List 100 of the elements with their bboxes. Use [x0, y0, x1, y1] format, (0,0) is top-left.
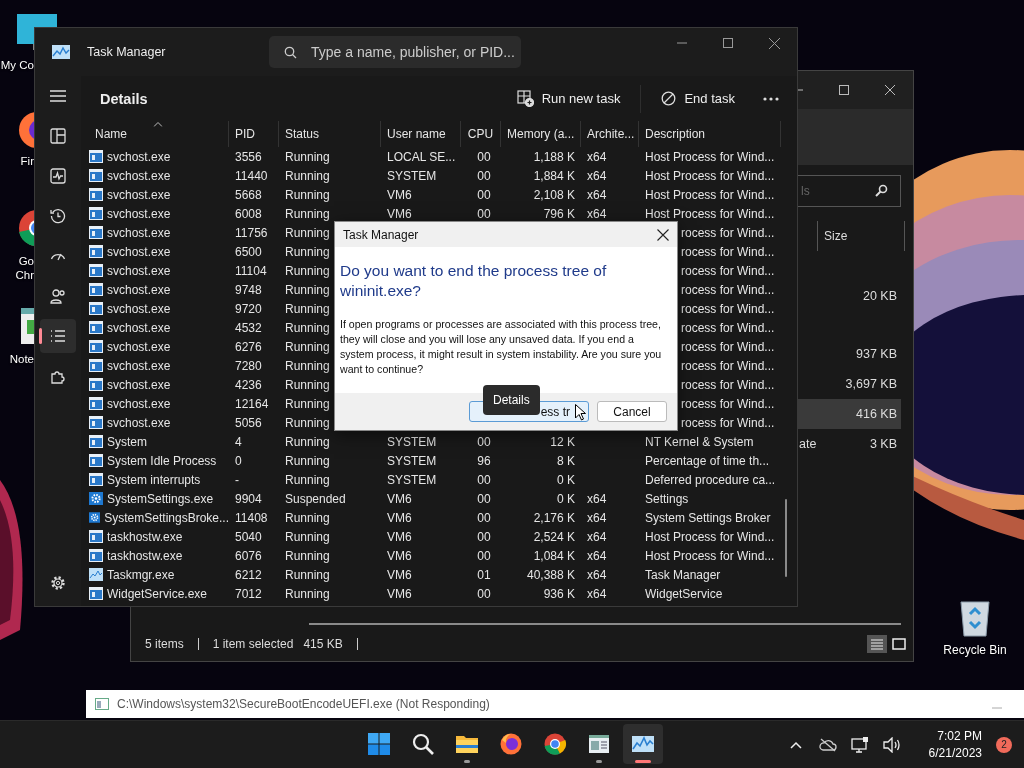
nav-item[interactable]: [40, 319, 76, 353]
description-cell: rocess for Wind...: [681, 225, 775, 240]
description-cell: Settings: [645, 491, 689, 506]
column-header[interactable]: User name: [381, 121, 461, 147]
run-new-task-button[interactable]: Run new task: [508, 84, 629, 113]
memory-cell-text: 1,884 K: [532, 168, 576, 183]
clock[interactable]: 7:02 PM 6/21/2023: [928, 729, 990, 760]
user-cell-text: VM6: [386, 586, 413, 601]
selection-indicator: [39, 328, 42, 344]
window-icon: [89, 321, 103, 334]
user-cell-text: LOCAL SE...: [386, 149, 457, 164]
close-icon[interactable]: [657, 228, 669, 241]
settings-icon[interactable]: [50, 575, 66, 591]
window-icon: [89, 226, 103, 239]
status-cell: Running: [285, 548, 330, 563]
status-cell: Running: [285, 415, 330, 430]
status-cell: Running: [285, 358, 330, 373]
close-icon[interactable]: [885, 85, 895, 95]
process-name: SystemSettingsBroke...: [87, 510, 229, 525]
architecture-cell-text: x64: [586, 206, 608, 221]
pid-cell-text: 6008: [234, 206, 263, 221]
column-header[interactable]: Memory (a...: [501, 121, 581, 147]
memory-cell-text: 936 K: [542, 586, 576, 601]
column-header[interactable]: Size: [817, 221, 905, 251]
maximize-icon[interactable]: [839, 85, 849, 95]
description-cell: rocess for Wind...: [681, 244, 775, 259]
window-icon: [89, 587, 103, 600]
window-icon: [89, 245, 103, 258]
cancel-button[interactable]: Cancel: [597, 401, 667, 422]
cpu-cell-text: 00: [476, 434, 492, 449]
window-icon: [89, 530, 103, 543]
scrollbar-thumb[interactable]: [785, 499, 787, 577]
description-cell: rocess for Wind...: [681, 358, 775, 373]
process-name: svchost.exe: [87, 339, 229, 354]
pid-cell-text: 4236: [234, 377, 263, 392]
graph-icon: [89, 568, 103, 581]
description-cell: Host Process for Wind...: [645, 529, 775, 544]
column-header[interactable]: Status: [279, 121, 381, 147]
memory-cell-text: 12 K: [549, 434, 576, 449]
description-cell: rocess for Wind...: [681, 301, 775, 316]
description-cell: rocess for Wind...: [681, 339, 775, 354]
column-header[interactable]: PID: [229, 121, 279, 147]
column-header[interactable]: Archite...: [581, 121, 639, 147]
gear-icon: [89, 492, 103, 505]
description-cell: Deferred procedure ca...: [645, 472, 776, 487]
window-icon: [89, 359, 103, 372]
history-icon: [50, 208, 66, 224]
end-task-button[interactable]: End task: [653, 85, 743, 112]
pid-cell-text: 3556: [234, 149, 263, 164]
architecture-cell-text: x64: [586, 529, 608, 544]
user-cell-text: VM6: [386, 187, 413, 202]
desktop-icon-label: Fir: [19, 154, 34, 168]
description-cell: Host Process for Wind...: [645, 206, 775, 221]
status-cell: Running: [285, 377, 330, 392]
pid-cell-text: 7280: [234, 358, 263, 373]
list-icon: [50, 328, 66, 344]
pid-cell-text: 0: [234, 453, 243, 468]
search-field[interactable]: Type a name, publisher, or PID...: [269, 36, 521, 68]
architecture-cell-text: x64: [586, 168, 608, 183]
column-header[interactable]: Description: [639, 121, 781, 147]
status-cell: Running: [285, 472, 330, 487]
process-name: svchost.exe: [87, 301, 229, 316]
process-name: svchost.exe: [87, 149, 229, 164]
add-window-icon: [516, 90, 534, 107]
window-icon: [89, 188, 103, 201]
process-name: svchost.exe: [87, 282, 229, 297]
window-icon: [89, 397, 103, 410]
status-cell: Running: [285, 263, 330, 278]
chrome-icon: [543, 732, 567, 756]
status-cell: Suspended: [285, 491, 346, 506]
desktop-icon-label: Recycle Bin: [943, 643, 1007, 657]
pid-cell-text: 5040: [234, 529, 263, 544]
description-cell: Host Process for Wind...: [645, 168, 775, 183]
clock-date: 6/21/2023: [928, 746, 982, 760]
pid-cell-text: 9748: [234, 282, 263, 297]
pid-cell-text: -: [234, 472, 240, 487]
menu-icon[interactable]: [50, 90, 66, 102]
scrollbar[interactable]: [309, 623, 901, 625]
description-cell: WidgetService: [645, 586, 723, 601]
layout-icon: [50, 128, 66, 144]
maximize-icon[interactable]: [723, 38, 733, 48]
user-cell-text: VM6: [386, 548, 413, 563]
window-icon: [89, 340, 103, 353]
window-icon: [89, 416, 103, 429]
pid-cell-text: 12164: [234, 396, 270, 411]
taskbar-app[interactable]: [623, 724, 663, 764]
window-icon: [89, 283, 103, 296]
process-name: System Idle Process: [87, 453, 229, 468]
windows-logo-icon: [367, 732, 391, 756]
search-icon: [874, 184, 888, 198]
close-icon[interactable]: [768, 37, 780, 49]
window-icon: [89, 549, 103, 562]
column-header[interactable]: Name: [87, 121, 229, 147]
page-title: Details: [100, 90, 148, 107]
thumbnail-view-button[interactable]: [889, 635, 909, 653]
description-cell: rocess for Wind...: [681, 415, 775, 430]
status-cell: Running: [285, 510, 330, 525]
column-header[interactable]: CPU: [461, 121, 501, 147]
notification-badge[interactable]: 2: [996, 736, 1012, 753]
process-name: svchost.exe: [87, 263, 229, 278]
